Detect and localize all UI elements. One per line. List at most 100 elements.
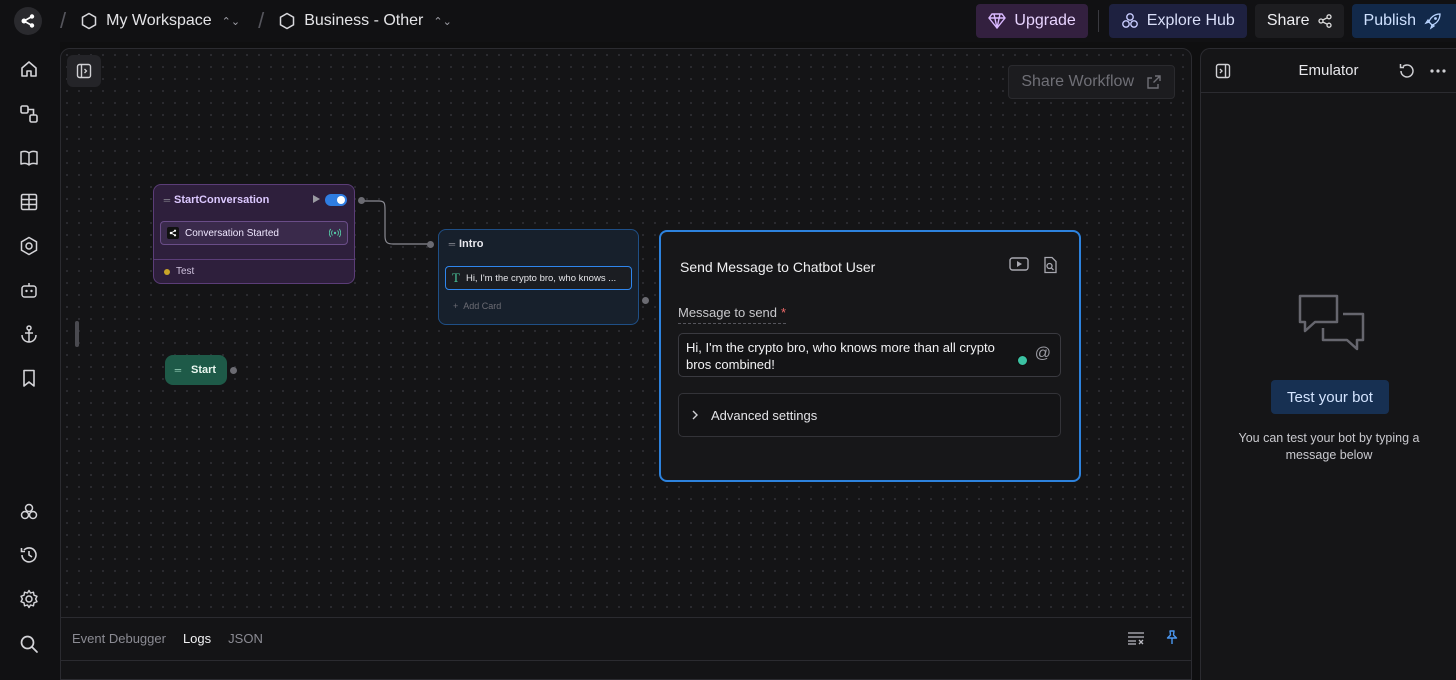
ai-status-dot	[1017, 355, 1028, 366]
reset-icon[interactable]	[1398, 62, 1416, 80]
breadcrumb-project[interactable]: Business - Other ⌃⌄	[278, 12, 452, 30]
integrations-icon[interactable]	[19, 502, 39, 522]
workflow-canvas[interactable]: Share Workflow ═ StartConversation Conve…	[60, 48, 1192, 680]
sidebar-toggle-button[interactable]	[67, 55, 101, 87]
start-node-label: Start	[191, 364, 217, 376]
tab-logs[interactable]: Logs	[183, 631, 211, 646]
broadcast-icon	[329, 228, 341, 238]
app-logo[interactable]	[14, 7, 42, 35]
output-port[interactable]	[358, 197, 365, 204]
knowledge-book-icon[interactable]	[19, 148, 39, 168]
project-name: Business - Other	[304, 12, 424, 29]
botpress-logo-icon	[21, 14, 35, 28]
breadcrumb-separator: /	[60, 8, 67, 33]
message-field-label: Message to send *	[678, 305, 787, 324]
output-port[interactable]	[230, 367, 237, 374]
project-hexagon-icon	[279, 12, 295, 30]
search-icon[interactable]	[19, 634, 39, 654]
play-icon[interactable]	[313, 195, 320, 203]
breadcrumb-separator: /	[258, 8, 265, 33]
field-label-text: Message to send	[678, 305, 778, 320]
trigger-card-label: Conversation Started	[185, 227, 279, 239]
divider	[1097, 10, 1099, 32]
node-footer: Test	[154, 259, 354, 283]
intro-node[interactable]: ═ Intro T Hi, I'm the crypto bro, who kn…	[438, 229, 639, 325]
chevron-updown-icon: ⌃⌄	[433, 15, 452, 28]
publish-button[interactable]: Publish	[1351, 4, 1456, 38]
node-title: Intro	[459, 238, 484, 250]
send-message-panel: Send Message to Chatbot User Message to …	[659, 230, 1081, 482]
advanced-settings-label: Advanced settings	[711, 407, 818, 423]
chat-bubbles-icon	[1298, 294, 1365, 351]
start-conversation-node[interactable]: ═ StartConversation Conversation Started…	[153, 184, 355, 284]
test-your-bot-button[interactable]: Test your bot	[1271, 380, 1389, 414]
botpress-logo-icon	[167, 227, 179, 239]
drag-handle-icon[interactable]: ═	[445, 239, 459, 249]
external-link-icon	[1147, 75, 1161, 89]
hub-icon	[1121, 13, 1138, 28]
message-input[interactable]: Hi, I'm the crypto bro, who knows more t…	[678, 333, 1061, 377]
text-card[interactable]: T Hi, I'm the crypto bro, who knows ...	[445, 266, 632, 290]
share-label: Share	[1266, 12, 1310, 29]
publish-label: Publish	[1363, 12, 1416, 29]
advanced-settings-toggle[interactable]: Advanced settings	[678, 393, 1061, 437]
message-input-value: Hi, I'm the crypto bro, who knows more t…	[686, 340, 995, 372]
drag-handle-icon[interactable]: ═	[171, 365, 185, 375]
explore-hub-label: Explore Hub	[1146, 12, 1235, 29]
bookmark-icon[interactable]	[19, 368, 39, 388]
divider	[61, 660, 1191, 661]
status-dot	[164, 268, 170, 275]
text-card-preview: Hi, I'm the crypto bro, who knows ...	[465, 272, 617, 284]
top-bar: / My Workspace ⌃⌄ / Business - Other ⌃⌄ …	[0, 0, 1456, 42]
bot-icon[interactable]	[19, 280, 39, 300]
drag-handle-icon[interactable]: ═	[160, 195, 174, 205]
share-icon	[1317, 14, 1332, 28]
workspace-hexagon-icon	[81, 12, 97, 30]
panel-title: Send Message to Chatbot User	[680, 259, 876, 275]
node-title: StartConversation	[174, 194, 270, 206]
output-port[interactable]	[642, 297, 649, 304]
node-header: ═ StartConversation	[154, 185, 354, 215]
emulator-header: Emulator	[1201, 49, 1456, 93]
docs-search-icon[interactable]	[1041, 256, 1059, 274]
breadcrumb-workspace[interactable]: My Workspace ⌃⌄	[80, 12, 240, 30]
flows-icon[interactable]	[19, 104, 39, 124]
canvas-resize-handle[interactable]	[75, 321, 79, 347]
workspace-name: My Workspace	[106, 12, 212, 29]
start-node[interactable]: ═ Start	[165, 355, 227, 385]
add-card-label: Add Card	[463, 301, 502, 311]
node-header: ═ Intro	[439, 230, 638, 258]
input-port[interactable]	[427, 241, 434, 248]
gear-icon[interactable]	[19, 589, 39, 609]
tab-json[interactable]: JSON	[228, 631, 263, 646]
video-tutorial-icon[interactable]	[1009, 256, 1029, 272]
more-options-icon[interactable]	[1430, 69, 1446, 73]
tables-icon[interactable]	[19, 192, 39, 212]
clear-logs-icon[interactable]	[1127, 631, 1145, 645]
emulator-title: Emulator	[1298, 62, 1359, 79]
share-workflow-button[interactable]: Share Workflow	[1008, 65, 1175, 99]
home-icon[interactable]	[19, 59, 39, 79]
emulator-panel: Emulator Test your bot You can test your…	[1200, 48, 1456, 680]
explore-hub-button[interactable]: Explore Hub	[1108, 4, 1247, 38]
history-icon[interactable]	[19, 545, 39, 565]
sidebar-panel-icon	[76, 63, 92, 79]
pin-icon[interactable]	[1165, 630, 1179, 646]
share-button[interactable]: Share	[1254, 4, 1344, 38]
emulator-description: You can test your bot by typing a messag…	[1238, 431, 1420, 462]
upgrade-button[interactable]: Upgrade	[976, 4, 1088, 38]
chevron-right-icon	[692, 410, 698, 420]
node-footer-label: Test	[176, 266, 195, 277]
tab-event-debugger[interactable]: Event Debugger	[72, 631, 166, 646]
trigger-card[interactable]: Conversation Started	[160, 221, 348, 245]
chevron-updown-icon: ⌃⌄	[221, 15, 241, 28]
required-mark: *	[781, 305, 787, 320]
anchor-icon[interactable]	[19, 324, 39, 344]
add-card-button[interactable]: + Add Card	[453, 301, 501, 311]
enabled-toggle[interactable]	[325, 194, 347, 206]
mention-at-icon[interactable]: @	[1035, 345, 1051, 362]
rocket-icon	[1424, 13, 1441, 30]
hexagon-settings-icon[interactable]	[19, 236, 39, 256]
plus-icon: +	[453, 301, 459, 311]
share-workflow-label: Share Workflow	[1021, 73, 1134, 90]
